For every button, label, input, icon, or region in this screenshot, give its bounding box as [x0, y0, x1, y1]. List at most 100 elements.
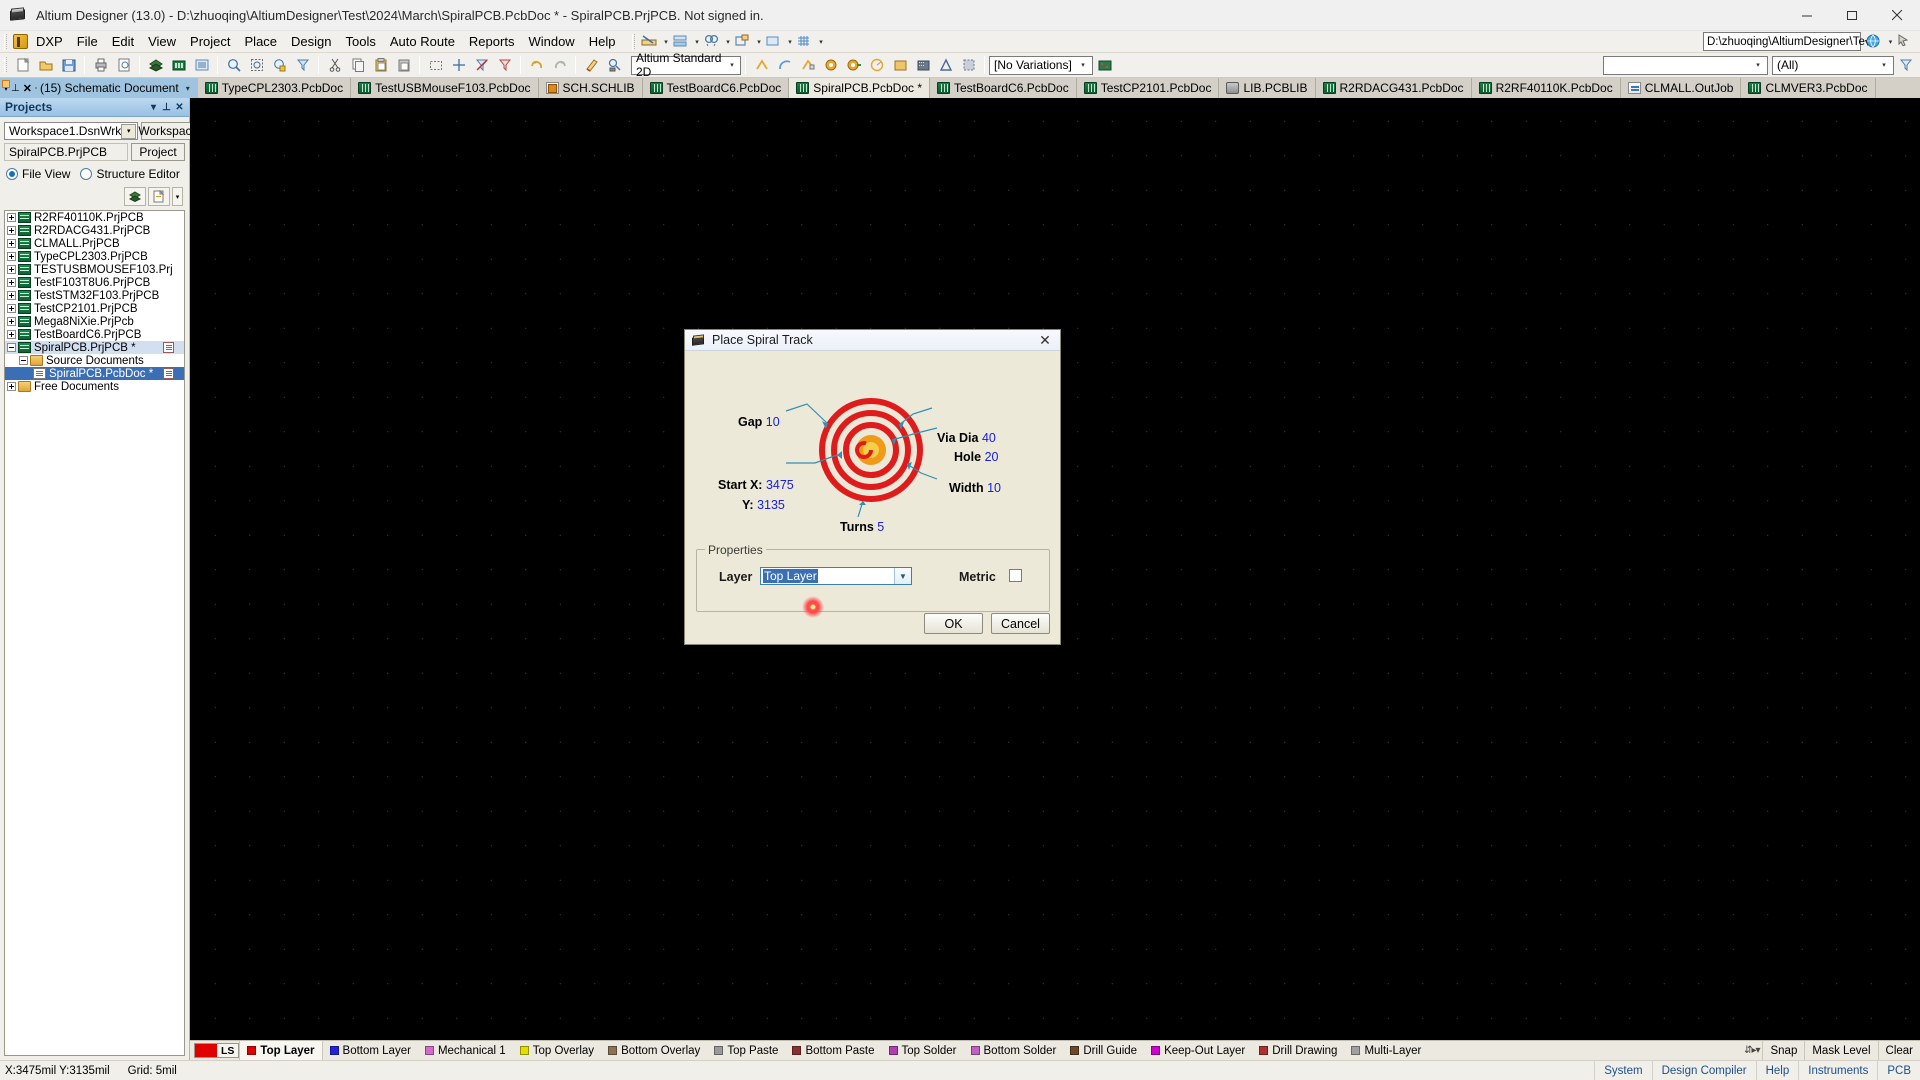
expander-icon[interactable]: [7, 317, 16, 326]
user-path-combo[interactable]: D:\zhuoqing\AltiumDesigner\Te ▾: [1703, 32, 1861, 51]
project-tree[interactable]: R2RF40110K.PrjPCB R2RDACG431.PrjPCB CLMA…: [4, 210, 185, 1056]
grid-icon[interactable]: [795, 33, 815, 51]
layer-tab-mechanical-1[interactable]: Mechanical 1: [418, 1041, 513, 1060]
view-config-combo[interactable]: Altium Standard 2D ▾: [631, 56, 741, 75]
expander-icon[interactable]: [7, 213, 16, 222]
status-system-button[interactable]: System: [1594, 1061, 1651, 1080]
tree-item-r2rdacg431[interactable]: R2RDACG431.PrjPCB: [5, 224, 184, 237]
workspace-combo[interactable]: Workspace1.DsnWrk ▾: [4, 122, 138, 140]
pcb-board-icon[interactable]: [168, 55, 189, 76]
place-room-icon[interactable]: [958, 55, 979, 76]
copy-icon[interactable]: [347, 55, 368, 76]
panel-tab-schematic-document[interactable]: ▾ ⊥ ✕ (15) Schematic Document ▾: [0, 78, 198, 98]
doc-tab-sch-schlib[interactable]: SCH.SCHLIB: [539, 78, 643, 98]
doc-tab-testcp2101[interactable]: TestCP2101.PcbDoc: [1077, 78, 1220, 98]
maximize-icon[interactable]: [1830, 0, 1875, 31]
tree-item-testcp2101[interactable]: TestCP2101.PrjPCB: [5, 302, 184, 315]
place-line-icon[interactable]: [751, 55, 772, 76]
find-icon[interactable]: [702, 33, 722, 51]
dxp-icon[interactable]: [13, 34, 28, 49]
chevron-down-icon[interactable]: ▾: [1751, 61, 1765, 69]
tree-item-free-documents[interactable]: Free Documents: [5, 380, 184, 393]
tree-item-mega8nixie[interactable]: Mega8NiXie.PrjPcb: [5, 315, 184, 328]
minimize-icon[interactable]: [1785, 0, 1830, 31]
close-icon[interactable]: ✕: [173, 102, 186, 113]
layers-3d-icon[interactable]: [145, 55, 166, 76]
chevron-down-icon[interactable]: ▾: [121, 124, 136, 139]
doc-tab-spiralpcb[interactable]: SpiralPCB.PcbDoc *: [789, 78, 930, 98]
filter-combo[interactable]: (All) ▾: [1772, 56, 1894, 75]
tree-item-teststm32f103[interactable]: TestSTM32F103.PrjPCB: [5, 289, 184, 302]
project-value[interactable]: SpiralPCB.PrjPCB: [4, 143, 128, 161]
zoom-area-icon[interactable]: [246, 55, 267, 76]
project-button[interactable]: Project: [131, 143, 185, 161]
new-document-icon[interactable]: [12, 55, 33, 76]
doc-tab-clmall-outjob[interactable]: CLMALL.OutJob: [1621, 78, 1742, 98]
layer-tab-multi-layer[interactable]: Multi-Layer: [1344, 1041, 1428, 1060]
expander-icon[interactable]: [19, 356, 28, 365]
expander-icon[interactable]: [7, 239, 16, 248]
expander-icon[interactable]: [7, 343, 16, 352]
layer-combo[interactable]: Top Layer ▼: [760, 567, 912, 585]
chevron-down-icon[interactable]: ▾: [785, 33, 794, 51]
chevron-down-icon[interactable]: ▾: [816, 33, 825, 51]
paste-icon[interactable]: [370, 55, 391, 76]
layer-tab-top-overlay[interactable]: Top Overlay: [513, 1041, 601, 1060]
chevron-down-icon[interactable]: ▾: [723, 33, 732, 51]
menu-item-window[interactable]: Window: [521, 32, 581, 51]
ok-button[interactable]: OK: [924, 613, 983, 634]
menu-item-design[interactable]: Design: [284, 32, 338, 51]
toolbar-grip-2[interactable]: [4, 57, 8, 73]
chevron-down-icon[interactable]: ▾: [182, 84, 194, 93]
status-design-compiler-button[interactable]: Design Compiler: [1652, 1061, 1756, 1080]
close-icon[interactable]: ✕: [23, 82, 32, 95]
status-instruments-button[interactable]: Instruments: [1798, 1061, 1877, 1080]
globe-icon[interactable]: [1865, 33, 1885, 51]
pin-icon[interactable]: ⊥: [11, 83, 20, 94]
chevron-down-icon[interactable]: ▾: [661, 33, 670, 51]
chevron-down-icon[interactable]: ▾: [147, 102, 160, 113]
layer-tab-drill-drawing[interactable]: Drill Drawing: [1252, 1041, 1344, 1060]
board-outline-icon[interactable]: [733, 33, 753, 51]
undo-icon[interactable]: [526, 55, 547, 76]
place-pad-icon[interactable]: [820, 55, 841, 76]
menu-item-file[interactable]: File: [70, 32, 105, 51]
chevron-down-icon[interactable]: ▾: [754, 33, 763, 51]
cancel-button[interactable]: Cancel: [991, 613, 1050, 634]
toolbar-grip-1[interactable]: [632, 34, 636, 50]
layer-sets-icon[interactable]: [764, 33, 784, 51]
layer-set-selector[interactable]: LS: [194, 1043, 239, 1058]
layer-tab-bottom-solder[interactable]: Bottom Solder: [964, 1041, 1064, 1060]
menu-grip[interactable]: [4, 34, 8, 50]
doc-tab-testboardc6-b[interactable]: TestBoardC6.PcbDoc: [930, 78, 1077, 98]
compile-icon[interactable]: [124, 187, 146, 206]
chevron-down-icon[interactable]: ▾: [692, 33, 701, 51]
tree-item-r2rf40110k[interactable]: R2RF40110K.PrjPCB: [5, 211, 184, 224]
tree-item-spiralpcb-project[interactable]: SpiralPCB.PrjPCB *: [5, 341, 184, 354]
place-arc-icon[interactable]: [774, 55, 795, 76]
chevron-down-icon[interactable]: ▾: [726, 61, 738, 69]
board-layers-icon[interactable]: [671, 33, 691, 51]
zoom-selected-icon[interactable]: [269, 55, 290, 76]
doc-tab-r2rdacg431[interactable]: R2RDACG431.PcbDoc: [1316, 78, 1472, 98]
mask-level-button[interactable]: Mask Level: [1804, 1041, 1877, 1060]
place-string-icon[interactable]: [935, 55, 956, 76]
search-scope-combo[interactable]: ▾: [1603, 56, 1768, 75]
layer-tab-top-layer[interactable]: Top Layer: [239, 1041, 322, 1060]
filter-apply-icon[interactable]: [1895, 55, 1916, 76]
variation-combo[interactable]: [No Variations] ▾: [989, 56, 1093, 75]
metric-checkbox[interactable]: [1009, 569, 1022, 582]
open-document-icon[interactable]: [35, 55, 56, 76]
tree-item-spiralpcb-pcbdoc[interactable]: SpiralPCB.PcbDoc *: [5, 367, 184, 380]
tree-item-testusbmousef103[interactable]: TESTUSBMOUSEF103.Prj: [5, 263, 184, 276]
tree-item-testf103t8u6[interactable]: TestF103T8U6.PrjPCB: [5, 276, 184, 289]
menu-item-dxp[interactable]: DXP: [29, 32, 70, 51]
tree-item-clmall[interactable]: CLMALL.PrjPCB: [5, 237, 184, 250]
paste-special-icon[interactable]: [393, 55, 414, 76]
radio-structure-editor[interactable]: [80, 168, 92, 180]
snap-button[interactable]: Snap: [1762, 1041, 1804, 1060]
chevron-down-icon[interactable]: ▾: [1877, 61, 1891, 69]
status-pcb-button[interactable]: PCB: [1877, 1061, 1920, 1080]
chevron-down-icon[interactable]: ▾: [1076, 61, 1090, 69]
place-circle-icon[interactable]: [866, 55, 887, 76]
